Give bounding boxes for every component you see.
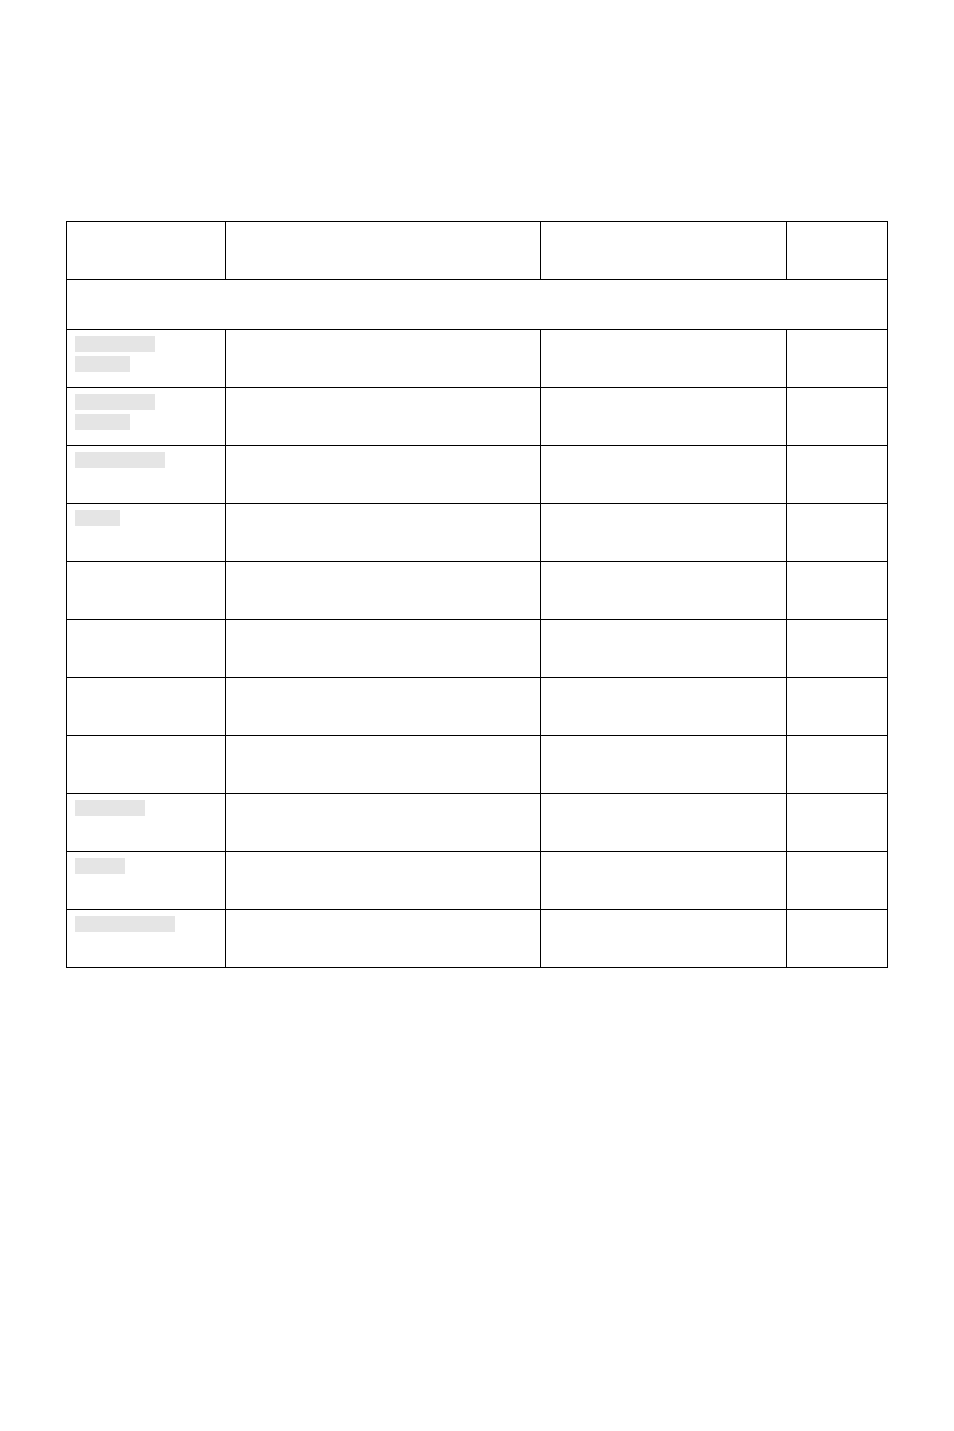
cell-col2 [226, 330, 541, 388]
cell-col3 [541, 620, 787, 678]
cell-col1 [67, 330, 226, 388]
cell-col3 [541, 852, 787, 910]
cell-col2 [226, 794, 541, 852]
cell-col4 [786, 330, 887, 388]
cell-col1 [67, 504, 226, 562]
cell-col2 [226, 910, 541, 968]
table-section-row [67, 280, 888, 330]
cell-col1 [67, 910, 226, 968]
cell-col4 [786, 794, 887, 852]
table-row [67, 620, 888, 678]
cell-col4 [786, 910, 887, 968]
cell-col1 [67, 736, 226, 794]
column-header-2 [226, 222, 541, 280]
cell-col2 [226, 388, 541, 446]
table-row [67, 562, 888, 620]
cell-col1 [67, 446, 226, 504]
cell-col2 [226, 562, 541, 620]
cell-col3 [541, 330, 787, 388]
cell-col4 [786, 388, 887, 446]
document-page [0, 0, 954, 1431]
cell-col3 [541, 388, 787, 446]
cell-col4 [786, 852, 887, 910]
cell-col3 [541, 446, 787, 504]
cell-col2 [226, 504, 541, 562]
cell-col4 [786, 446, 887, 504]
table-row [67, 736, 888, 794]
cell-col4 [786, 562, 887, 620]
table-row [67, 330, 888, 388]
cell-col4 [786, 620, 887, 678]
section-header-cell [67, 280, 888, 330]
cell-col4 [786, 504, 887, 562]
column-header-3 [541, 222, 787, 280]
cell-col1 [67, 794, 226, 852]
cell-col2 [226, 852, 541, 910]
redaction-block [75, 356, 130, 372]
redaction-block [75, 800, 145, 816]
data-table [66, 221, 888, 968]
cell-col3 [541, 794, 787, 852]
cell-col2 [226, 446, 541, 504]
cell-col1 [67, 678, 226, 736]
cell-col1 [67, 562, 226, 620]
cell-col3 [541, 504, 787, 562]
cell-col1 [67, 620, 226, 678]
redaction-block [75, 916, 175, 932]
cell-col2 [226, 678, 541, 736]
cell-col3 [541, 736, 787, 794]
cell-col4 [786, 736, 887, 794]
table-row [67, 388, 888, 446]
cell-col3 [541, 562, 787, 620]
redaction-block [75, 452, 165, 468]
cell-col1 [67, 388, 226, 446]
table-row [67, 504, 888, 562]
table-row [67, 852, 888, 910]
table-row [67, 446, 888, 504]
redaction-block [75, 394, 155, 410]
redaction-block [75, 510, 120, 526]
cell-col2 [226, 736, 541, 794]
cell-col1 [67, 852, 226, 910]
cell-col4 [786, 678, 887, 736]
table-row [67, 794, 888, 852]
cell-col3 [541, 678, 787, 736]
table-header-row [67, 222, 888, 280]
cell-col2 [226, 620, 541, 678]
table-row [67, 678, 888, 736]
column-header-1 [67, 222, 226, 280]
column-header-4 [786, 222, 887, 280]
redaction-block [75, 414, 130, 430]
redaction-block [75, 336, 155, 352]
table-row [67, 910, 888, 968]
redaction-block [75, 858, 125, 874]
cell-col3 [541, 910, 787, 968]
